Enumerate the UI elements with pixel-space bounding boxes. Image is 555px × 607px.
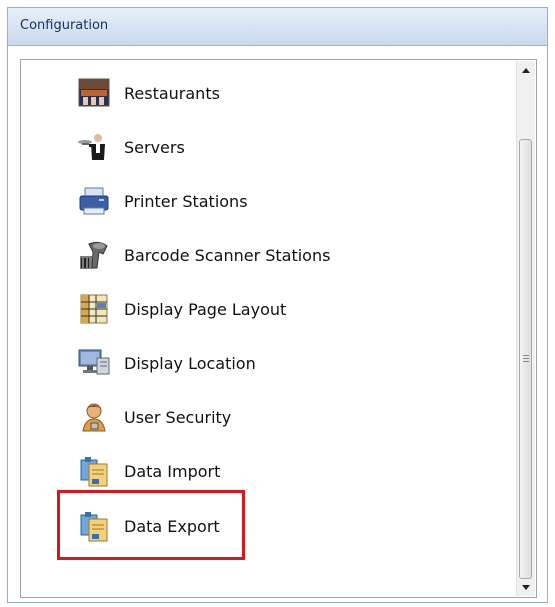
item-label: Data Export: [124, 516, 220, 536]
item-label: Display Location: [124, 353, 256, 373]
barcode-scanner-icon: [77, 238, 111, 272]
configuration-list: Restaurants Servers Printer Stations Bar…: [20, 59, 537, 598]
item-label: Printer Stations: [124, 191, 248, 211]
list-item-servers[interactable]: Servers: [77, 130, 185, 164]
printer-icon: [77, 184, 111, 218]
page-layout-icon: [77, 292, 111, 326]
list-item-display-page-layout[interactable]: Display Page Layout: [77, 292, 286, 326]
configuration-panel: Configuration Restaurants Servers Printe…: [7, 7, 548, 603]
panel-title: Configuration: [20, 18, 109, 33]
item-label: User Security: [124, 407, 232, 427]
list-item-restaurants[interactable]: Restaurants: [77, 76, 220, 110]
user-security-icon: [77, 400, 111, 434]
scroll-down-button[interactable]: [517, 578, 535, 596]
list-item-display-location[interactable]: Display Location: [77, 346, 256, 380]
item-label: Display Page Layout: [124, 299, 287, 319]
item-label: Restaurants: [124, 83, 220, 103]
scrollbar-thumb[interactable]: [519, 139, 532, 579]
item-label: Data Import: [124, 461, 221, 481]
restaurant-icon: [77, 76, 111, 110]
data-import-icon: [77, 454, 111, 488]
list-item-data-export[interactable]: Data Export: [77, 509, 220, 543]
server-waiter-icon: [77, 130, 111, 164]
data-export-icon: [77, 509, 111, 543]
vertical-scrollbar[interactable]: [516, 61, 535, 596]
list-item-barcode-scanner-stations[interactable]: Barcode Scanner Stations: [77, 238, 330, 272]
panel-header: Configuration: [8, 8, 547, 46]
list-item-user-security[interactable]: User Security: [77, 400, 231, 434]
monitor-icon: [77, 346, 111, 380]
scroll-up-button[interactable]: [517, 61, 535, 79]
list-item-printer-stations[interactable]: Printer Stations: [77, 184, 248, 218]
chevron-down-icon: [522, 584, 530, 590]
chevron-up-icon: [522, 67, 530, 73]
scrollbar-grip: [523, 355, 529, 362]
list-item-data-import[interactable]: Data Import: [77, 454, 220, 488]
item-label: Servers: [124, 137, 185, 157]
item-label: Barcode Scanner Stations: [124, 245, 331, 265]
